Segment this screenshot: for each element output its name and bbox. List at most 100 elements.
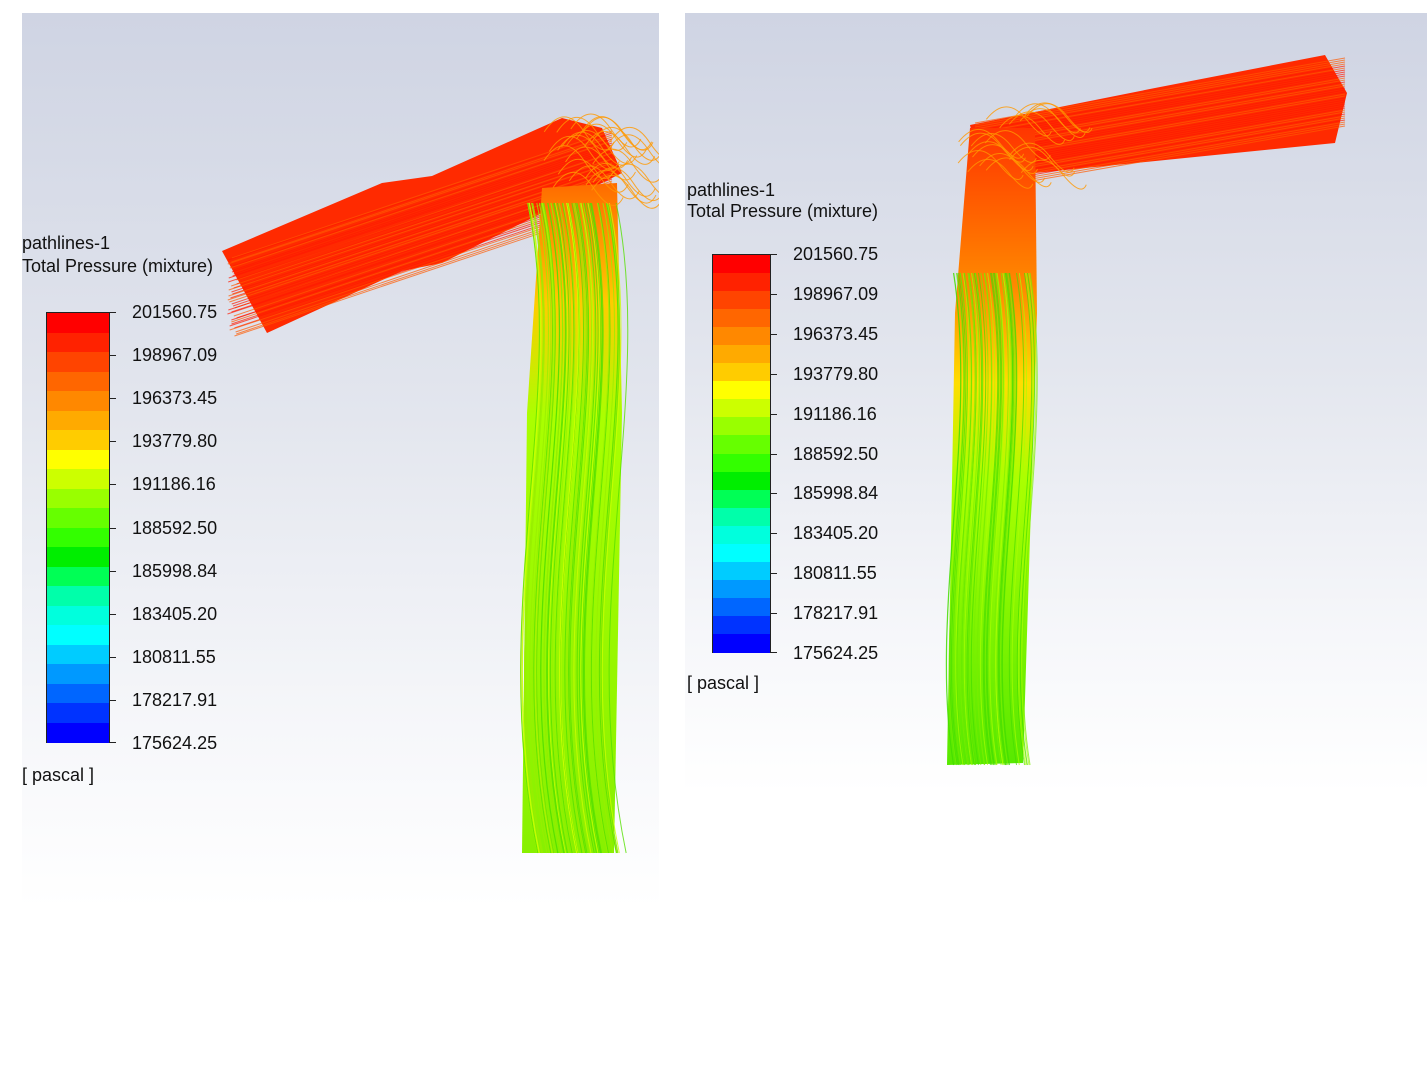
colormap-segment [47, 664, 109, 685]
colormap-segment [713, 399, 770, 418]
colormap-segment [47, 527, 109, 548]
colormap-segment [47, 605, 109, 626]
colormap-segment [713, 309, 770, 328]
scale-tick [110, 571, 116, 572]
scale-value-label: 193779.80 [793, 364, 879, 384]
unit-label: [ pascal ] [687, 673, 760, 693]
colormap-segment [713, 507, 770, 527]
scale-tick [771, 414, 777, 415]
scale-value-label: 180811.55 [132, 647, 216, 667]
legend-variable: Total Pressure (mixture) [687, 201, 879, 221]
colormap-segment [47, 547, 109, 568]
colormap-segment [47, 722, 109, 743]
colormap-segment [713, 291, 770, 310]
colormap-segment [47, 469, 109, 490]
scale-value-label: 196373.45 [793, 324, 879, 344]
scale-value-label: 183405.20 [132, 604, 218, 624]
scale-value-label: 191186.16 [793, 404, 877, 424]
scale-tick [771, 334, 777, 335]
colormap-segment [713, 453, 770, 473]
colormap-segment [713, 417, 770, 437]
scale-tick [110, 614, 116, 615]
colormap-segment [47, 644, 109, 665]
colormap-segment [47, 508, 109, 529]
scale-tick [110, 484, 116, 485]
colormap-segment [713, 435, 770, 455]
scale-tick [110, 742, 116, 743]
scale-tick [110, 441, 116, 442]
colormap-segment [47, 566, 109, 587]
colormap-segment [47, 371, 109, 392]
colormap-segment [713, 345, 770, 364]
pathlines-visualization-right [945, 55, 1347, 766]
scale-value-label: 196373.45 [132, 388, 218, 408]
scale-value-label: 198967.09 [793, 284, 879, 304]
scale-tick [771, 652, 777, 653]
scale-value-label: 188592.50 [793, 444, 879, 464]
colormap-segment [47, 391, 109, 412]
colormap-segment [47, 430, 109, 451]
colormap-segment [47, 586, 109, 607]
scale-value-label: 185998.84 [132, 561, 218, 581]
scale-tick [771, 613, 777, 614]
colormap-segment [713, 597, 770, 617]
scale-tick [110, 528, 116, 529]
colormap-segment [47, 410, 109, 431]
scale-tick [771, 573, 777, 574]
colormap-segment [713, 327, 770, 346]
colormap-segment [713, 489, 770, 509]
scale-value-label: 178217.91 [132, 690, 218, 710]
scale-tick [771, 454, 777, 455]
scale-tick [110, 398, 116, 399]
scale-value-label: 185998.84 [793, 483, 879, 503]
colormap-segment [713, 525, 770, 545]
scale-tick [771, 374, 777, 375]
scale-value-label: 201560.75 [793, 244, 879, 264]
colormap-segment [47, 703, 109, 724]
scale-value-label: 175624.25 [132, 733, 218, 753]
scale-value-label: 180811.55 [793, 563, 877, 583]
scale-tick [771, 533, 777, 534]
scale-value-label: 201560.75 [132, 302, 218, 322]
scale-tick [110, 657, 116, 658]
colormap-segment [47, 625, 109, 646]
scale-tick [110, 355, 116, 356]
scale-value-label: 193779.80 [132, 431, 218, 451]
colormap-segment [713, 615, 770, 635]
colormap-segment [713, 579, 770, 599]
viewport-left[interactable]: pathlines-1 Total Pressure (mixture) [ p… [22, 13, 659, 908]
scale-tick [110, 700, 116, 701]
colormap-segment [47, 332, 109, 353]
colormap-segment [47, 683, 109, 704]
scale-value-label: 178217.91 [793, 603, 879, 623]
colormap-bar [46, 312, 110, 743]
scale-tick [110, 312, 116, 313]
unit-label: [ pascal ] [22, 765, 95, 785]
colormap-segment [713, 561, 770, 581]
colormap-segment [713, 255, 770, 274]
colormap-segment [47, 313, 109, 334]
colormap-segment [713, 633, 770, 653]
scale-value-label: 198967.09 [132, 345, 218, 365]
scale-value-label: 175624.25 [793, 643, 879, 663]
scale-value-label: 183405.20 [793, 523, 879, 543]
scale-value-label: 188592.50 [132, 518, 218, 538]
colormap-segment [713, 543, 770, 563]
scale-tick [771, 254, 777, 255]
colormap-bar [712, 254, 771, 653]
colormap-segment [47, 488, 109, 509]
colormap-segment [713, 471, 770, 491]
legend-name: pathlines-1 [22, 233, 111, 253]
pathlines-visualization-left [222, 113, 659, 854]
legend-name: pathlines-1 [687, 180, 776, 200]
colormap-segment [713, 363, 770, 382]
scale-tick [771, 294, 777, 295]
legend-variable: Total Pressure (mixture) [22, 256, 214, 276]
colormap-segment [713, 381, 770, 400]
scale-tick [771, 493, 777, 494]
colormap-segment [47, 449, 109, 470]
viewport-right[interactable]: pathlines-1 Total Pressure (mixture) [ p… [685, 13, 1427, 793]
scale-value-label: 191186.16 [132, 474, 216, 494]
colormap-segment [713, 273, 770, 292]
colormap-segment [47, 352, 109, 373]
